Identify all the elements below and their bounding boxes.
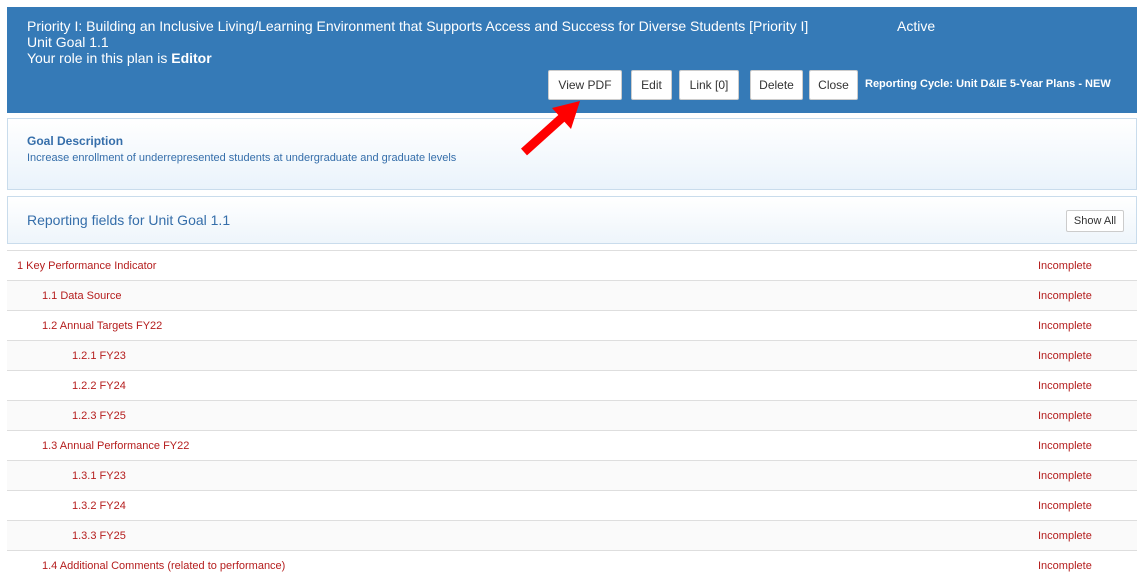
link-button[interactable]: Link [0] [679,70,739,100]
list-item[interactable]: 1.2.2 FY24 Incomplete [7,370,1137,400]
close-button[interactable]: Close [809,70,858,100]
status-label: Active [897,18,936,34]
role-prefix: Your role in this plan is [27,50,172,66]
reporting-fields-list: 1 Key Performance Indicator Incomplete 1.… [7,250,1137,580]
list-item[interactable]: 1.2 Annual Targets FY22 Incomplete [7,310,1137,340]
field-name: 1.2.1 FY23 [72,349,126,362]
field-name: 1.2.2 FY24 [72,379,126,392]
field-status: Incomplete [1038,439,1092,452]
field-status: Incomplete [1038,259,1092,272]
field-name: 1.2 Annual Targets FY22 [42,319,163,332]
field-name: 1.3.2 FY24 [72,499,126,512]
list-item[interactable]: 1.2.1 FY23 Incomplete [7,340,1137,370]
field-name: 1 Key Performance Indicator [17,259,157,272]
goal-description-text: Increase enrollment of underrepresented … [27,152,457,164]
list-item[interactable]: 1.4 Additional Comments (related to perf… [7,550,1137,580]
delete-button[interactable]: Delete [750,70,803,100]
field-status: Incomplete [1038,349,1092,362]
reporting-cycle-label: Reporting Cycle: [865,78,954,90]
field-status: Incomplete [1038,379,1092,392]
field-status: Incomplete [1038,319,1092,332]
list-item[interactable]: 1.1 Data Source Incomplete [7,280,1137,310]
field-status: Incomplete [1038,469,1092,482]
field-name: 1.2.3 FY25 [72,409,126,422]
role-value: Editor [171,50,212,66]
field-status: Incomplete [1038,289,1092,302]
field-name: 1.4 Additional Comments (related to perf… [42,559,286,572]
role-text: Your role in this plan is Editor [27,50,212,66]
reporting-cycle: Reporting Cycle: Unit D&IE 5-Year Plans … [865,77,1111,91]
field-status: Incomplete [1038,409,1092,422]
field-name: 1.1 Data Source [42,289,122,302]
goal-description-label: Goal Description [27,134,124,148]
show-all-button[interactable]: Show All [1066,210,1124,232]
reporting-fields-title: Reporting fields for Unit Goal 1.1 [27,212,231,228]
red-arrow-icon [520,101,580,156]
field-name: 1.3.3 FY25 [72,529,126,542]
unit-goal-label: Unit Goal 1.1 [27,34,109,50]
field-name: 1.3 Annual Performance FY22 [42,439,190,452]
list-item[interactable]: 1.2.3 FY25 Incomplete [7,400,1137,430]
reporting-fields-header: Reporting fields for Unit Goal 1.1 Show … [7,196,1137,244]
field-name: 1.3.1 FY23 [72,469,126,482]
list-item[interactable]: 1.3.3 FY25 Incomplete [7,520,1137,550]
priority-title: Priority I: Building an Inclusive Living… [27,18,809,34]
list-item[interactable]: 1 Key Performance Indicator Incomplete [7,250,1137,280]
field-status: Incomplete [1038,559,1092,572]
list-item[interactable]: 1.3.2 FY24 Incomplete [7,490,1137,520]
list-item[interactable]: 1.3.1 FY23 Incomplete [7,460,1137,490]
field-status: Incomplete [1038,499,1092,512]
edit-button[interactable]: Edit [631,70,672,100]
field-status: Incomplete [1038,529,1092,542]
reporting-cycle-value: Unit D&IE 5-Year Plans - NEW [953,78,1111,90]
list-item[interactable]: 1.3 Annual Performance FY22 Incomplete [7,430,1137,460]
